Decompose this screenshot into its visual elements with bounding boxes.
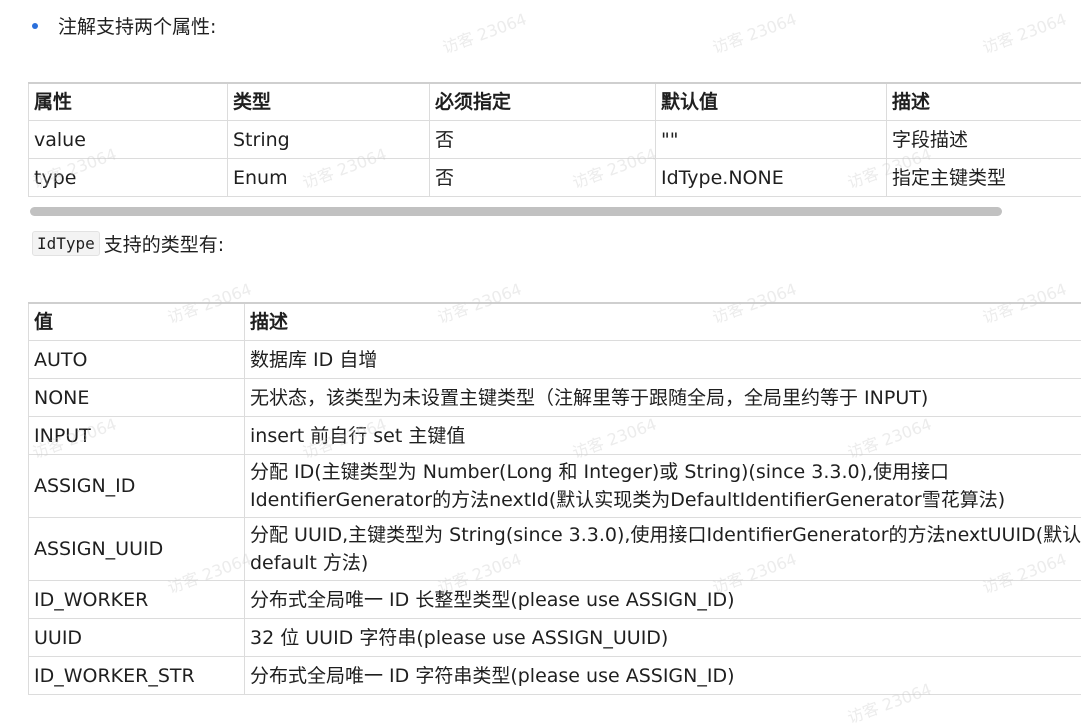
table-cell: 否 [430,121,656,159]
table-header-row: 属性 类型 必须指定 默认值 描述 [29,83,1081,121]
table-cell: AUTO [29,341,245,379]
table-cell: Enum [228,159,430,197]
table-cell: 32 位 UUID 字符串(please use ASSIGN_UUID) [245,619,1081,657]
table-cell: 分布式全局唯一 ID 字符串类型(please use ASSIGN_ID) [245,657,1081,695]
table-cell: 否 [430,159,656,197]
table-cell: UUID [29,619,245,657]
table-row: ASSIGN_UUID 分配 UUID,主键类型为 String(since 3… [29,518,1081,581]
table-cell: insert 前自行 set 主键值 [245,417,1081,455]
table-row: ID_WORKER_STR 分布式全局唯一 ID 字符串类型(please us… [29,657,1081,695]
idtype-table: 值 描述 AUTO 数据库 ID 自增 NONE 无状态，该类型为未设置主键类型… [28,302,1081,695]
table-cell: "" [656,121,887,159]
watermark: 访客 23064 [979,6,1070,59]
table-cell: NONE [29,379,245,417]
intro-text: 注解支持两个属性: [58,12,216,39]
table-row: UUID 32 位 UUID 字符串(please use ASSIGN_UUI… [29,619,1081,657]
table-row: INPUT insert 前自行 set 主键值 [29,417,1081,455]
idtype-line: IdType 支持的类型有: [32,230,224,257]
table-row: ID_WORKER 分布式全局唯一 ID 长整型类型(please use AS… [29,581,1081,619]
idtype-code: IdType [32,231,100,256]
table-cell: 分配 UUID,主键类型为 String(since 3.3.0),使用接口Id… [245,518,1081,581]
header-cell: 属性 [29,83,228,121]
table-cell: INPUT [29,417,245,455]
idtype-text: 支持的类型有: [104,230,224,257]
table-row: ASSIGN_ID 分配 ID(主键类型为 Number(Long 和 Inte… [29,455,1081,518]
table-cell: type [29,159,228,197]
header-cell: 描述 [245,303,1081,341]
horizontal-scrollbar[interactable] [30,207,1002,216]
table-cell: 分布式全局唯一 ID 长整型类型(please use ASSIGN_ID) [245,581,1081,619]
table-row: NONE 无状态，该类型为未设置主键类型（注解里等于跟随全局，全局里约等于 IN… [29,379,1081,417]
table-cell: ID_WORKER_STR [29,657,245,695]
header-cell: 类型 [228,83,430,121]
table-cell: IdType.NONE [656,159,887,197]
table-header-row: 值 描述 [29,303,1081,341]
intro-line: 注解支持两个属性: [32,12,216,39]
watermark: 访客 23064 [709,6,800,59]
header-cell: 值 [29,303,245,341]
attribute-table: 属性 类型 必须指定 默认值 描述 value String 否 "" 字段描述… [28,82,1081,197]
bullet-dot-icon [32,23,38,29]
table-cell: 指定主键类型 [887,159,1081,197]
watermark: 访客 23064 [439,6,530,59]
table-cell: 分配 ID(主键类型为 Number(Long 和 Integer)或 Stri… [245,455,1081,518]
table-cell: 字段描述 [887,121,1081,159]
table-cell: ID_WORKER [29,581,245,619]
header-cell: 必须指定 [430,83,656,121]
table-row: AUTO 数据库 ID 自增 [29,341,1081,379]
header-cell: 默认值 [656,83,887,121]
table-cell: 无状态，该类型为未设置主键类型（注解里等于跟随全局，全局里约等于 INPUT) [245,379,1081,417]
table-cell: ASSIGN_ID [29,455,245,518]
table-cell: 数据库 ID 自增 [245,341,1081,379]
header-cell: 描述 [887,83,1081,121]
table-row: type Enum 否 IdType.NONE 指定主键类型 [29,159,1081,197]
table-row: value String 否 "" 字段描述 [29,121,1081,159]
table-cell: value [29,121,228,159]
table-cell: String [228,121,430,159]
table-cell: ASSIGN_UUID [29,518,245,581]
